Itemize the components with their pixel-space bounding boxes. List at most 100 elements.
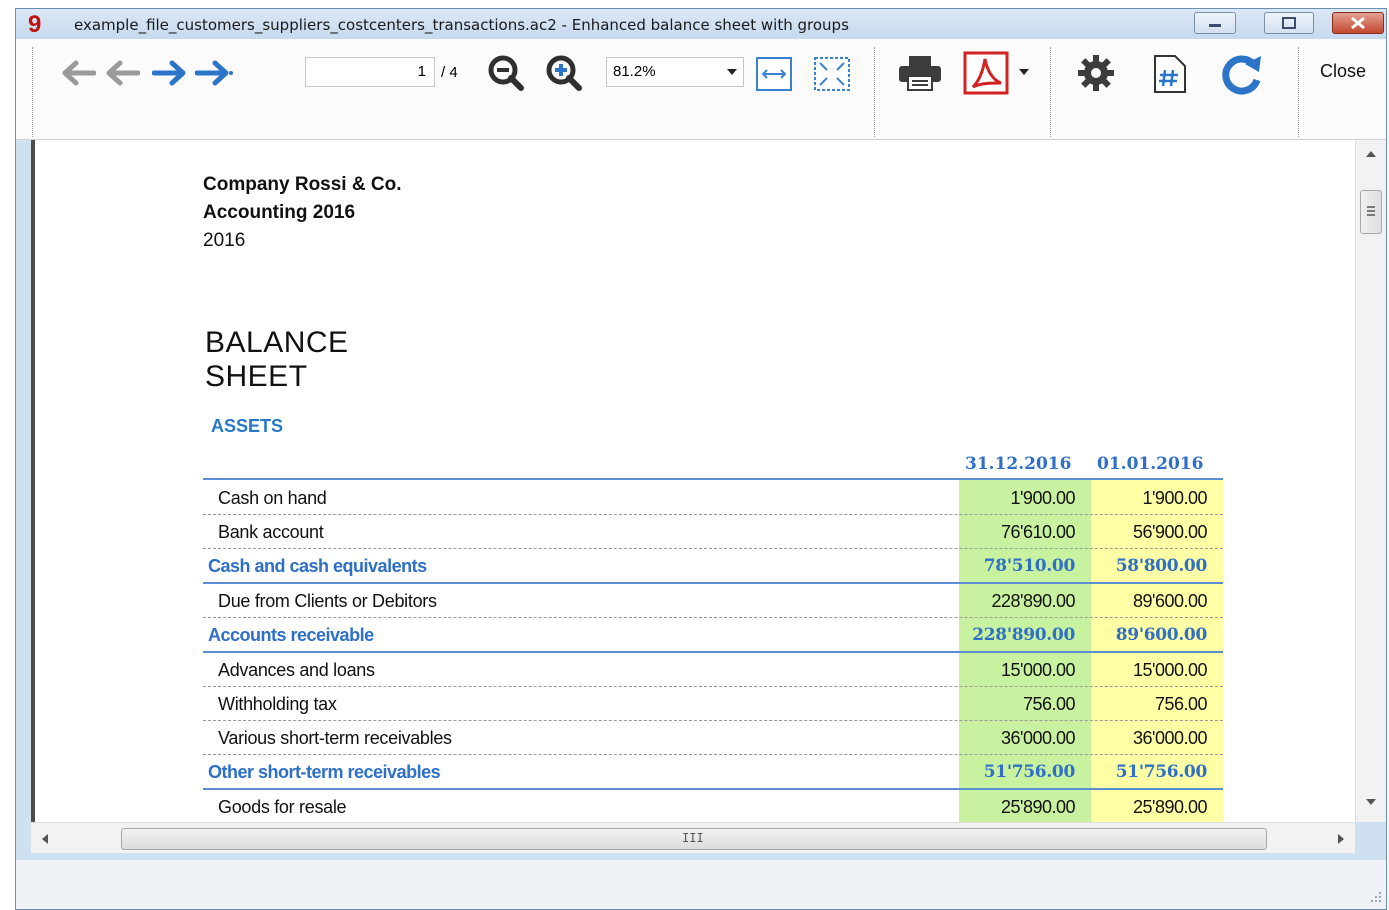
next-page-icon	[152, 60, 186, 86]
row-value-previous: 36'000.00	[1132, 728, 1208, 748]
zoom-in-button[interactable]	[544, 53, 584, 93]
horizontal-scrollbar[interactable]: III	[31, 822, 1355, 853]
zoom-out-icon	[488, 55, 524, 91]
row-value-current: 76'610.00	[1000, 522, 1076, 542]
title-bar[interactable]: 9 example_file_customers_suppliers_costc…	[16, 9, 1386, 39]
scroll-right-icon	[1338, 834, 1344, 844]
grip-icon	[1367, 206, 1375, 216]
minimize-button[interactable]	[1194, 12, 1236, 34]
app-logo: 9	[28, 11, 42, 38]
table-row-total: Cash and cash equivalents 78'510.00 58'8…	[203, 548, 1223, 584]
row-value-current: 756.00	[1022, 694, 1076, 714]
page-total-label: / 4	[441, 64, 458, 81]
refresh-button[interactable]	[1216, 51, 1266, 97]
vertical-scrollbar[interactable]	[1355, 140, 1386, 822]
report-preview[interactable]: Company Rossi & Co. Accounting 2016 2016…	[31, 140, 1360, 822]
row-value-current: 15'000.00	[1000, 660, 1076, 680]
fit-width-icon	[756, 57, 792, 91]
status-bar	[16, 860, 1386, 909]
previous-page-icon	[106, 60, 140, 86]
table-row-total: Accounts receivable 228'890.00 89'600.00	[203, 617, 1223, 653]
next-page-button[interactable]	[150, 53, 190, 93]
section-title: ASSETS	[211, 416, 284, 436]
table-row: Various short-term receivables 36'000.00…	[203, 720, 1223, 755]
row-value-previous: 51'756.00	[1115, 762, 1208, 782]
zoom-value: 81.2%	[613, 63, 656, 80]
row-value-current: 25'890.00	[1000, 797, 1076, 817]
page-number-input[interactable]: 1	[305, 57, 435, 87]
maximize-icon	[1282, 17, 1296, 29]
resize-grip-icon[interactable]	[1370, 891, 1382, 903]
toolbar-grip	[32, 47, 33, 137]
table-row: Due from Clients or Debitors 228'890.00 …	[203, 583, 1223, 618]
row-label: Goods for resale	[218, 797, 347, 817]
export-pdf-button[interactable]	[962, 51, 1010, 95]
minimize-icon	[1209, 24, 1221, 27]
chevron-down-icon	[727, 69, 737, 75]
row-label: Bank account	[218, 522, 324, 542]
close-icon	[1351, 16, 1365, 30]
scroll-up-icon	[1366, 151, 1376, 157]
pdf-icon	[963, 51, 1009, 95]
company-name: Company Rossi & Co.	[203, 174, 402, 195]
last-page-button[interactable]	[194, 53, 234, 93]
row-label: Cash and cash equivalents	[208, 556, 427, 576]
print-icon	[899, 56, 941, 91]
previous-page-button[interactable]	[102, 53, 142, 93]
page-title: BALANCE SHEET	[205, 326, 349, 393]
toolbar-separator	[874, 47, 875, 137]
row-label: Cash on hand	[218, 488, 327, 508]
zoom-out-button[interactable]	[486, 53, 526, 93]
refresh-icon	[1222, 55, 1261, 95]
row-value-current: 1'900.00	[1010, 488, 1075, 508]
row-value-current: 228'890.00	[991, 591, 1075, 611]
pdf-options-dropdown[interactable]	[1016, 64, 1032, 80]
report-year: 2016	[203, 230, 246, 251]
fit-page-button[interactable]	[812, 55, 852, 93]
horizontal-scroll-thumb[interactable]: III	[121, 828, 1267, 850]
row-value-previous: 89'600.00	[1132, 591, 1208, 611]
column-header-current: 31.12.2016	[965, 454, 1072, 474]
row-label: Due from Clients or Debitors	[218, 591, 437, 611]
row-value-previous: 58'800.00	[1115, 556, 1208, 576]
first-page-button[interactable]	[58, 53, 98, 93]
grip-icon: III	[682, 831, 704, 845]
row-value-current: 51'756.00	[983, 762, 1076, 782]
print-button[interactable]	[896, 53, 944, 93]
row-value-current: 78'510.00	[983, 556, 1076, 576]
last-page-icon	[195, 60, 233, 86]
table-row-total: Other short-term receivables 51'756.00 5…	[203, 754, 1223, 790]
table-row: Cash on hand 1'900.00 1'900.00	[203, 480, 1223, 515]
toolbar-separator	[1050, 47, 1051, 137]
table-row: Advances and loans 15'000.00 15'000.00	[203, 652, 1223, 687]
maximize-button[interactable]	[1264, 12, 1314, 34]
row-label: Accounts receivable	[208, 625, 374, 645]
row-label: Withholding tax	[218, 694, 337, 714]
toolbar-separator	[1298, 47, 1299, 137]
settings-button[interactable]	[1074, 53, 1118, 93]
row-value-previous: 56'900.00	[1132, 522, 1208, 542]
row-value-current: 36'000.00	[1000, 728, 1076, 748]
row-value-previous: 1'900.00	[1142, 488, 1207, 508]
scroll-down-icon	[1366, 799, 1376, 805]
row-value-previous: 89'600.00	[1115, 625, 1208, 645]
row-value-previous: 25'890.00	[1132, 797, 1208, 817]
page-number-icon	[1154, 55, 1186, 93]
table-row: Withholding tax 756.00 756.00	[203, 686, 1223, 721]
row-label: Other short-term receivables	[208, 762, 441, 782]
row-label: Various short-term receivables	[218, 728, 452, 748]
fit-width-button[interactable]	[754, 55, 794, 93]
first-page-icon	[62, 60, 96, 86]
close-button[interactable]: Close	[1320, 61, 1366, 82]
zoom-in-icon	[546, 55, 582, 91]
chevron-down-icon	[1019, 69, 1029, 75]
page-number-button[interactable]	[1150, 53, 1190, 95]
row-value-previous: 15'000.00	[1132, 660, 1208, 680]
vertical-scroll-thumb[interactable]	[1360, 190, 1382, 234]
close-window-button[interactable]	[1332, 12, 1384, 34]
window-title: example_file_customers_suppliers_costcen…	[74, 16, 849, 34]
report-subtitle: Accounting 2016	[203, 202, 356, 223]
zoom-select[interactable]: 81.2%	[606, 57, 744, 87]
scroll-left-icon	[42, 834, 48, 844]
fit-page-icon	[814, 57, 850, 91]
